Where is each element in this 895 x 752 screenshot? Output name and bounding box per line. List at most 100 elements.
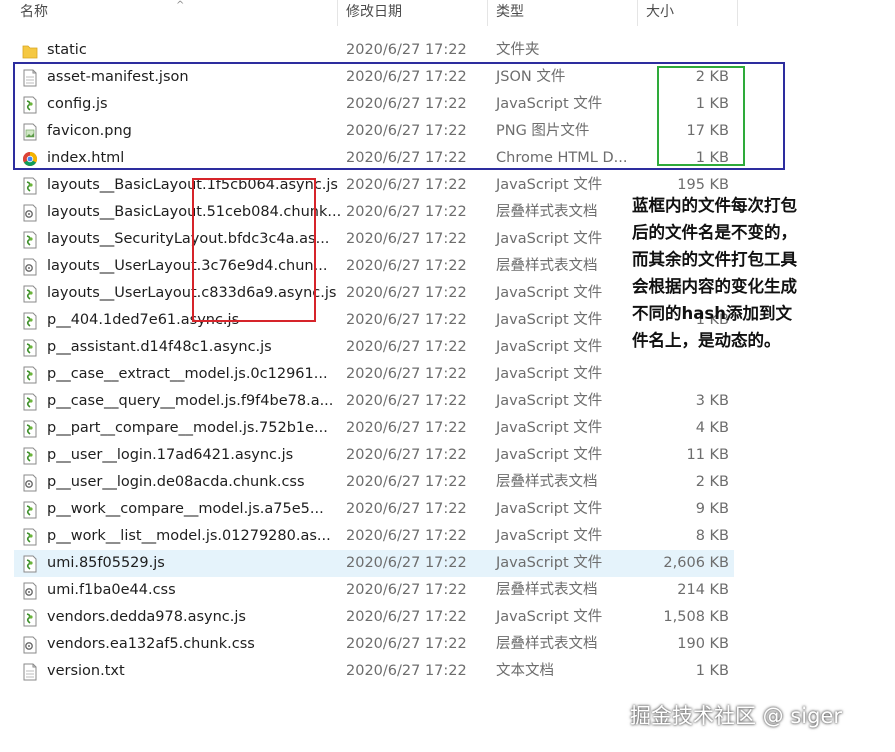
- file-row[interactable]: static 2020/6/27 17:22 文件夹: [14, 37, 734, 64]
- js-file-icon: [22, 528, 38, 546]
- file-size: 190 KB: [677, 636, 729, 652]
- js-file-icon: [22, 420, 38, 438]
- column-header: 名称 ^ 修改日期 类型 大小: [0, 0, 740, 26]
- column-size-label: 大小: [646, 4, 674, 20]
- js-file-icon: [22, 555, 38, 573]
- file-name: umi.f1ba0e44.css: [47, 582, 176, 598]
- sort-up-icon: ^: [176, 0, 185, 11]
- file-name: vendors.dedda978.async.js: [47, 609, 246, 625]
- file-date: 2020/6/27 17:22: [346, 501, 467, 517]
- file-row[interactable]: layouts__BasicLayout.1f5cb064.async.js 20…: [14, 172, 734, 199]
- file-name: p__assistant.d14f48c1.async.js: [47, 339, 272, 355]
- file-type: JavaScript 文件: [496, 366, 603, 382]
- file-type: JavaScript 文件: [496, 393, 603, 409]
- file-row[interactable]: p__work__compare__model.js.a75e5... 2020/…: [14, 496, 734, 523]
- annotation-note: 蓝框内的文件每次打包 后的文件名是不变的， 而其余的文件打包工具 会根据内容的变…: [632, 192, 832, 354]
- file-size: 3 KB: [695, 393, 729, 409]
- file-date: 2020/6/27 17:22: [346, 393, 467, 409]
- folder-icon: [22, 42, 38, 60]
- file-row[interactable]: umi.85f05529.js 2020/6/27 17:22 JavaScript…: [14, 550, 734, 577]
- file-row[interactable]: p__part__compare__model.js.752b1e... 2020…: [14, 415, 734, 442]
- file-date: 2020/6/27 17:22: [346, 177, 467, 193]
- file-date: 2020/6/27 17:22: [346, 420, 467, 436]
- file-name: p__part__compare__model.js.752b1e...: [47, 420, 328, 436]
- column-type-label: 类型: [496, 4, 524, 20]
- css-file-icon: [22, 474, 38, 492]
- file-size: 1 KB: [695, 663, 729, 679]
- file-date: 2020/6/27 17:22: [346, 555, 467, 571]
- file-date: 2020/6/27 17:22: [346, 609, 467, 625]
- js-file-icon: [22, 312, 38, 330]
- css-file-icon: [22, 636, 38, 654]
- file-date: 2020/6/27 17:22: [346, 231, 467, 247]
- file-type: 层叠样式表文档: [496, 474, 598, 490]
- file-row[interactable]: layouts__UserLayout.3c76e9d4.chun... 2020…: [14, 253, 734, 280]
- file-type: JavaScript 文件: [496, 420, 603, 436]
- css-file-icon: [22, 582, 38, 600]
- annotation-line: 件名上，是动态的。: [632, 331, 781, 350]
- column-header-name[interactable]: 名称 ^: [0, 0, 338, 26]
- file-type: JavaScript 文件: [496, 501, 603, 517]
- file-date: 2020/6/27 17:22: [346, 258, 467, 274]
- file-size: 214 KB: [677, 582, 729, 598]
- file-type: JavaScript 文件: [496, 339, 603, 355]
- file-date: 2020/6/27 17:22: [346, 204, 467, 220]
- css-file-icon: [22, 258, 38, 276]
- annotation-line: 蓝框内的文件每次打包: [632, 196, 797, 215]
- file-date: 2020/6/27 17:22: [346, 312, 467, 328]
- js-file-icon: [22, 609, 38, 627]
- file-row[interactable]: layouts__BasicLayout.51ceb084.chunk... 20…: [14, 199, 734, 226]
- file-name: p__user__login.17ad6421.async.js: [47, 447, 294, 463]
- file-name: static: [47, 42, 87, 58]
- file-row[interactable]: p__user__login.17ad6421.async.js 2020/6/2…: [14, 442, 734, 469]
- js-file-icon: [22, 366, 38, 384]
- red-highlight-box: [192, 178, 316, 322]
- annotation-line: 不同的hash添加到文: [632, 304, 792, 323]
- file-row[interactable]: vendors.ea132af5.chunk.css 2020/6/27 17:2…: [14, 631, 734, 658]
- file-date: 2020/6/27 17:22: [346, 285, 467, 301]
- file-row[interactable]: p__case__extract__model.js.0c12961... 202…: [14, 361, 734, 388]
- file-type: JavaScript 文件: [496, 285, 603, 301]
- file-date: 2020/6/27 17:22: [346, 366, 467, 382]
- annotation-line: 而其余的文件打包工具: [632, 250, 797, 269]
- column-name-label: 名称: [20, 4, 48, 20]
- file-date: 2020/6/27 17:22: [346, 42, 467, 58]
- js-file-icon: [22, 339, 38, 357]
- file-type: 文本文档: [496, 663, 554, 679]
- file-date: 2020/6/27 17:22: [346, 528, 467, 544]
- file-date: 2020/6/27 17:22: [346, 447, 467, 463]
- file-row[interactable]: p__case__query__model.js.f9f4be78.a... 20…: [14, 388, 734, 415]
- column-header-size[interactable]: 大小: [638, 0, 738, 26]
- file-row[interactable]: layouts__SecurityLayout.bfdc3c4a.as... 20…: [14, 226, 734, 253]
- file-row[interactable]: p__404.1ded7e61.async.js 2020/6/27 17:22 J…: [14, 307, 734, 334]
- file-row[interactable]: umi.f1ba0e44.css 2020/6/27 17:22 层叠样式表文档 21…: [14, 577, 734, 604]
- annotation-line: 会根据内容的变化生成: [632, 277, 797, 296]
- file-type: JavaScript 文件: [496, 177, 603, 193]
- column-header-type[interactable]: 类型: [488, 0, 638, 26]
- css-file-icon: [22, 204, 38, 222]
- file-date: 2020/6/27 17:22: [346, 582, 467, 598]
- file-type: JavaScript 文件: [496, 447, 603, 463]
- file-name: p__work__compare__model.js.a75e5...: [47, 501, 324, 517]
- file-type: 文件夹: [496, 42, 540, 58]
- file-row[interactable]: version.txt 2020/6/27 17:22 文本文档 1 KB: [14, 658, 734, 685]
- file-type: JavaScript 文件: [496, 231, 603, 247]
- column-header-date[interactable]: 修改日期: [338, 0, 488, 26]
- file-type: 层叠样式表文档: [496, 636, 598, 652]
- file-type: 层叠样式表文档: [496, 258, 598, 274]
- file-date: 2020/6/27 17:22: [346, 636, 467, 652]
- file-row[interactable]: p__assistant.d14f48c1.async.js 2020/6/27 …: [14, 334, 734, 361]
- file-row[interactable]: vendors.dedda978.async.js 2020/6/27 17:22…: [14, 604, 734, 631]
- js-file-icon: [22, 285, 38, 303]
- file-row[interactable]: p__work__list__model.js.01279280.as... 20…: [14, 523, 734, 550]
- file-name: p__case__query__model.js.f9f4be78.a...: [47, 393, 334, 409]
- file-row[interactable]: layouts__UserLayout.c833d6a9.async.js 202…: [14, 280, 734, 307]
- file-size: 1,508 KB: [663, 609, 729, 625]
- annotation-line: 后的文件名是不变的，: [632, 223, 797, 242]
- file-type: JavaScript 文件: [496, 609, 603, 625]
- file-date: 2020/6/27 17:22: [346, 339, 467, 355]
- file-size: 11 KB: [686, 447, 729, 463]
- file-size: 9 KB: [695, 501, 729, 517]
- file-row[interactable]: p__user__login.de08acda.chunk.css 2020/6/…: [14, 469, 734, 496]
- file-size: 2 KB: [695, 474, 729, 490]
